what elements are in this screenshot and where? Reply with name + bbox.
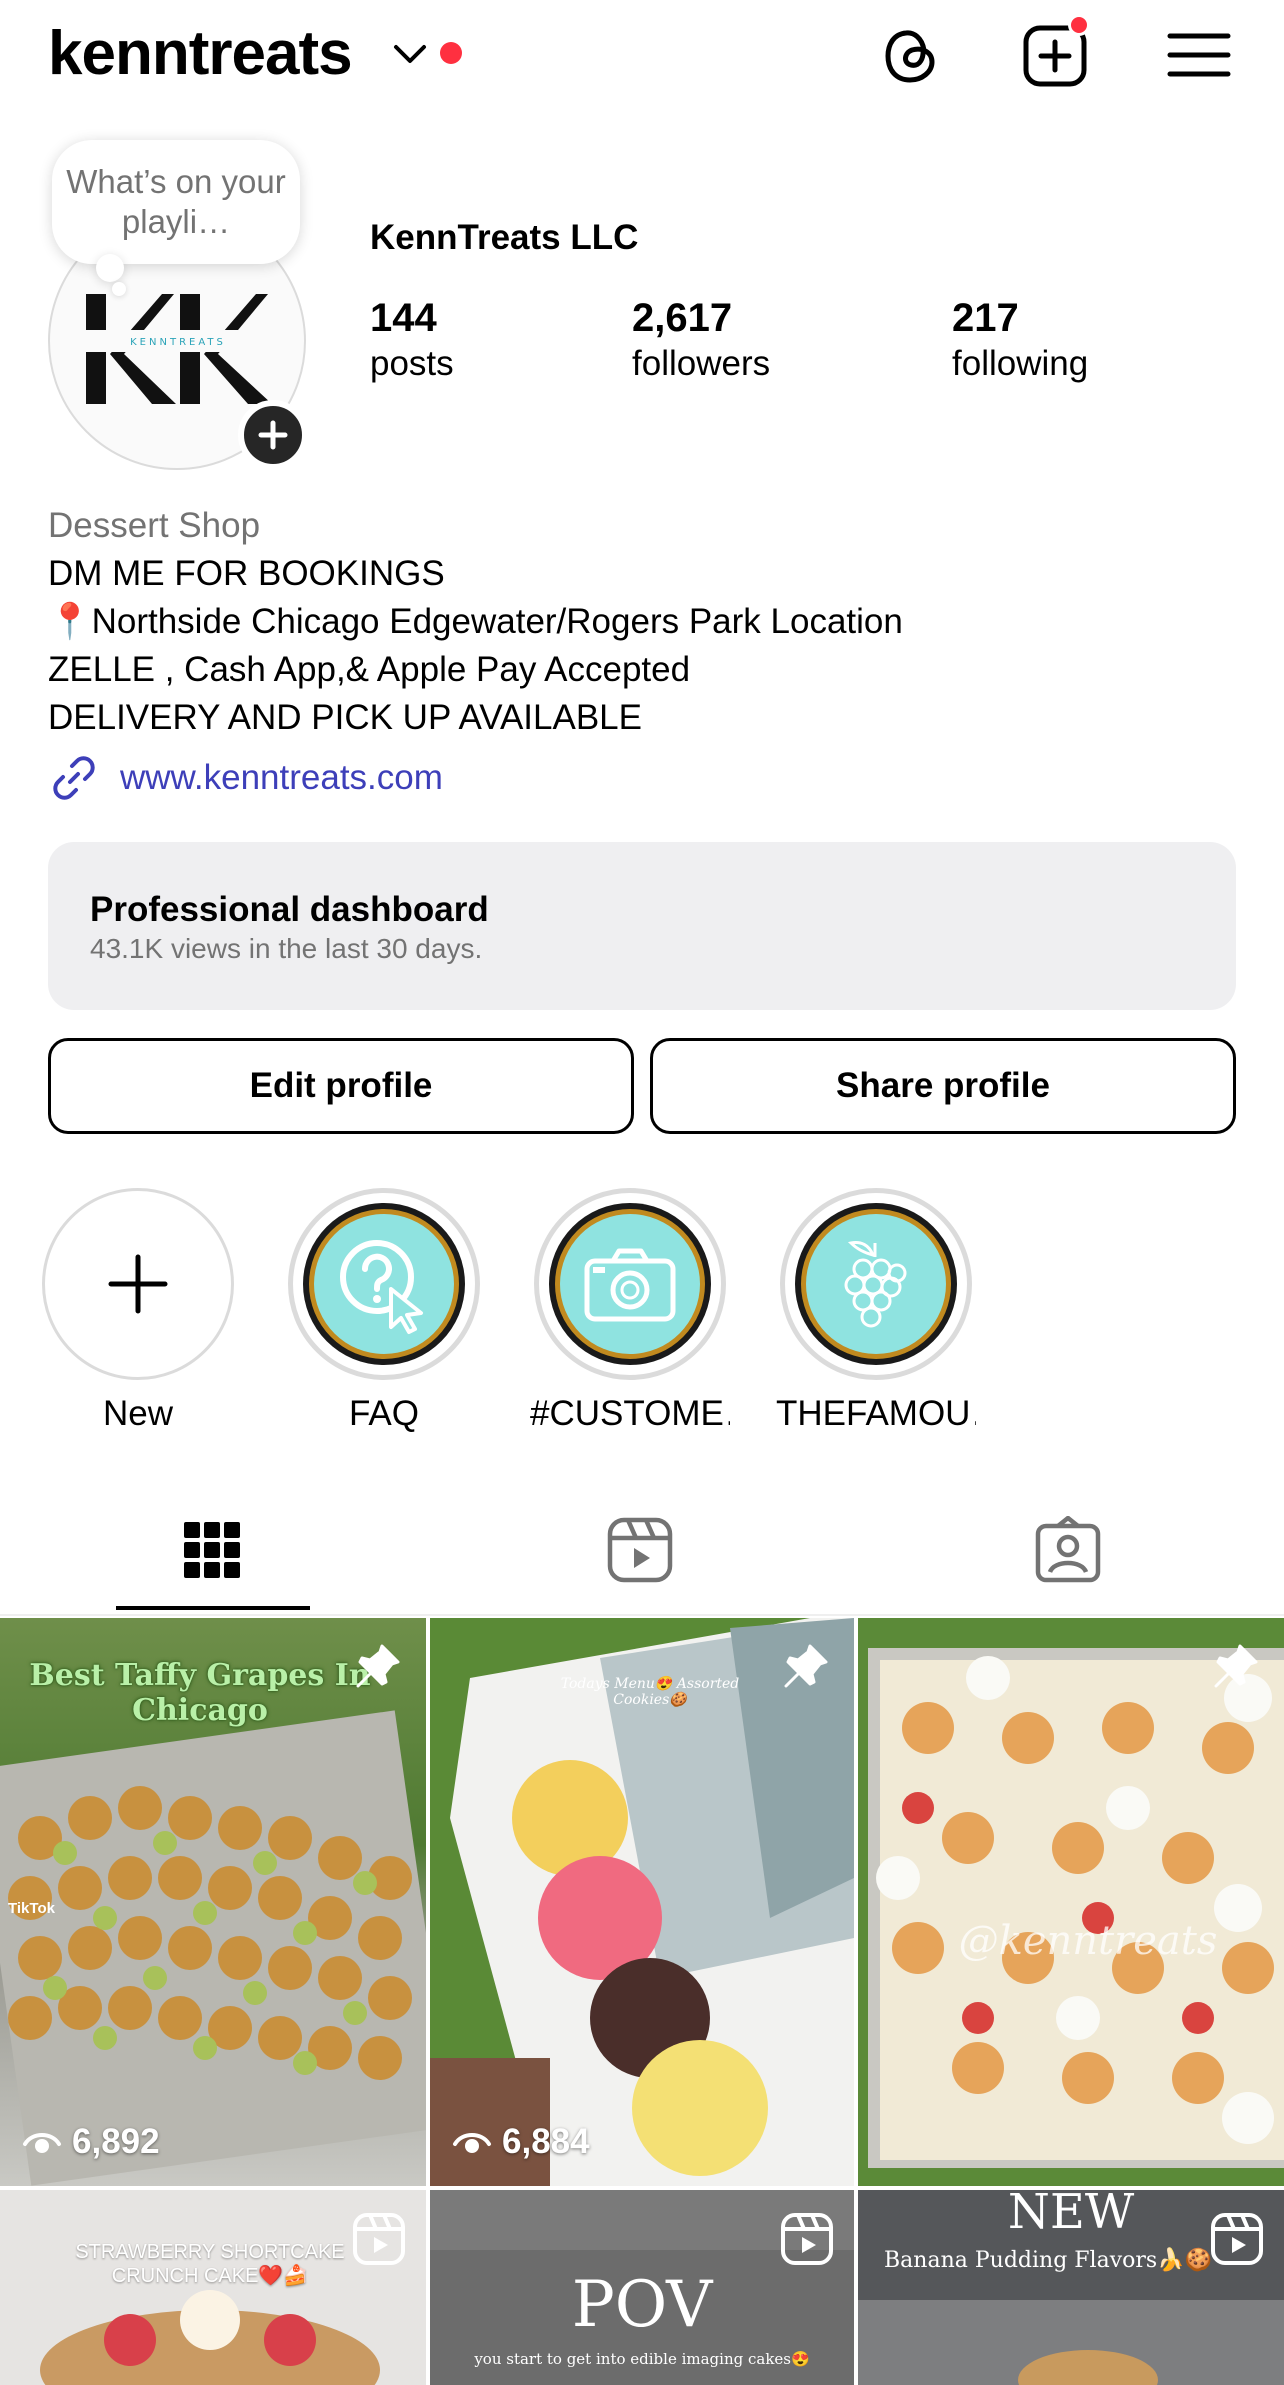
- views-icon: [23, 2133, 61, 2153]
- threads-icon[interactable]: [876, 20, 946, 90]
- view-count-text: 6,884: [502, 2122, 590, 2161]
- edit-profile-button[interactable]: Edit profile: [48, 1038, 634, 1134]
- followers-stat[interactable]: 2,617 followers: [632, 294, 770, 386]
- highlight-label: THEFAMOU…: [776, 1394, 976, 1433]
- post-subcaption: you start to get into edible imaging cak…: [474, 2350, 810, 2368]
- plus-icon: [258, 420, 288, 450]
- highlight-label: #CUSTOME…: [530, 1394, 730, 1433]
- highlight-ring: [42, 1188, 234, 1380]
- top-bar: kenntreats: [0, 0, 1284, 120]
- business-category: Dessert Shop: [48, 506, 261, 545]
- tab-divider: [0, 1614, 1284, 1616]
- view-count: 6,884: [452, 2122, 590, 2162]
- following-count: 217: [952, 296, 1019, 340]
- highlight-new[interactable]: New: [38, 1188, 238, 1434]
- followers-label: followers: [632, 344, 771, 383]
- highlight-label: New: [102, 1394, 174, 1433]
- views-icon: [453, 2133, 491, 2153]
- profile-bio: Dessert Shop DM ME FOR BOOKINGS 📍Northsi…: [48, 502, 903, 742]
- highlight-customers[interactable]: #CUSTOME…: [530, 1188, 730, 1434]
- dashboard-title: Professional dashboard: [90, 890, 489, 929]
- bio-line: DELIVERY AND PICK UP AVAILABLE: [48, 698, 642, 737]
- plus-icon: [108, 1254, 168, 1314]
- reels-icon: [1211, 2213, 1263, 2265]
- post-tile[interactable]: Todays Menu😍 Assorted Cookies🍪 6,884: [430, 1618, 854, 2186]
- posts-label: posts: [370, 344, 454, 383]
- chevron-down-icon[interactable]: [392, 42, 428, 66]
- post-tile[interactable]: Best Taffy Grapes In Chicago TikTok 6,89…: [0, 1618, 426, 2186]
- post-tile[interactable]: @kenntreats: [858, 1618, 1284, 2186]
- note-tail-small: [112, 282, 126, 296]
- tagged-icon: [1035, 1516, 1101, 1583]
- active-tab-indicator: [116, 1606, 310, 1610]
- reels-icon: [781, 2213, 833, 2265]
- view-count-text: 6,892: [72, 2122, 160, 2161]
- account-switcher-username[interactable]: kenntreats: [48, 18, 353, 89]
- website-link[interactable]: www.kenntreats.com: [48, 752, 443, 804]
- post-subcaption: Banana Pudding Flavors🍌🍪: [884, 2248, 1212, 2273]
- camera-icon: [584, 1248, 676, 1322]
- create-notification-dot: [1068, 14, 1090, 36]
- posts-stat[interactable]: 144 posts: [370, 294, 454, 386]
- post-caption: STRAWBERRY SHORTCAKE CRUNCH CAKE❤️🍰: [75, 2241, 345, 2287]
- bio-line: ZELLE , Cash App,& Apple Pay Accepted: [48, 650, 691, 689]
- pin-icon: [1214, 1644, 1258, 1688]
- profile-full-name: KennTreats LLC: [370, 218, 639, 257]
- following-label: following: [952, 344, 1089, 383]
- post-tile[interactable]: NEW Banana Pudding Flavors🍌🍪: [858, 2190, 1284, 2385]
- question-cursor-icon: [340, 1240, 423, 1334]
- posts-count: 144: [370, 296, 437, 340]
- notification-dot: [440, 42, 462, 64]
- note-bubble[interactable]: What’s on your playli…: [52, 140, 300, 264]
- post-caption: POV: [571, 2268, 713, 2342]
- tiktok-watermark: TikTok: [8, 1900, 55, 1917]
- reels-icon: [607, 1517, 673, 1583]
- post-image: [858, 1618, 1284, 2186]
- note-tail: [96, 254, 124, 282]
- tab-grid[interactable]: [152, 1500, 272, 1600]
- highlight-ring: [780, 1188, 972, 1380]
- pin-icon: [356, 1644, 400, 1688]
- highlight-ring: [534, 1188, 726, 1380]
- following-stat[interactable]: 217 following: [952, 294, 1088, 386]
- post-caption: Best Taffy Grapes In Chicago: [29, 1658, 371, 1728]
- bio-line: 📍Northside Chicago Edgewater/Rogers Park…: [48, 602, 903, 641]
- view-count: 6,892: [22, 2122, 160, 2162]
- professional-dashboard[interactable]: Professional dashboard 43.1K views in th…: [48, 842, 1236, 1010]
- grapes-icon: [844, 1241, 907, 1328]
- add-story-button[interactable]: [238, 400, 308, 470]
- post-tile[interactable]: POV you start to get into edible imaging…: [430, 2190, 854, 2385]
- highlight-thefamous[interactable]: THEFAMOU…: [776, 1188, 976, 1434]
- highlight-ring: [288, 1188, 480, 1380]
- post-caption: Todays Menu😍 Assorted Cookies🍪: [560, 1676, 740, 1708]
- share-profile-button[interactable]: Share profile: [650, 1038, 1236, 1134]
- dashboard-subtitle: 43.1K views in the last 30 days.: [90, 933, 483, 964]
- highlight-faq[interactable]: FAQ: [284, 1188, 484, 1434]
- note-text: What’s on your playli…: [66, 163, 286, 240]
- post-watermark: @kenntreats: [958, 1918, 1218, 1964]
- website-url: www.kenntreats.com: [120, 758, 443, 797]
- pin-icon: [784, 1644, 828, 1688]
- highlight-label: FAQ: [348, 1394, 420, 1433]
- menu-icon[interactable]: [1164, 20, 1234, 90]
- bio-line: DM ME FOR BOOKINGS: [48, 554, 445, 593]
- link-icon: [53, 756, 95, 800]
- reels-icon: [353, 2213, 405, 2265]
- tab-reels[interactable]: [580, 1500, 700, 1600]
- tab-tagged[interactable]: [1008, 1500, 1128, 1600]
- grid-icon: [184, 1522, 240, 1578]
- followers-count: 2,617: [632, 296, 733, 340]
- post-tile[interactable]: STRAWBERRY SHORTCAKE CRUNCH CAKE❤️🍰: [0, 2190, 426, 2385]
- logo-subtext: KENNTREATS: [130, 337, 226, 348]
